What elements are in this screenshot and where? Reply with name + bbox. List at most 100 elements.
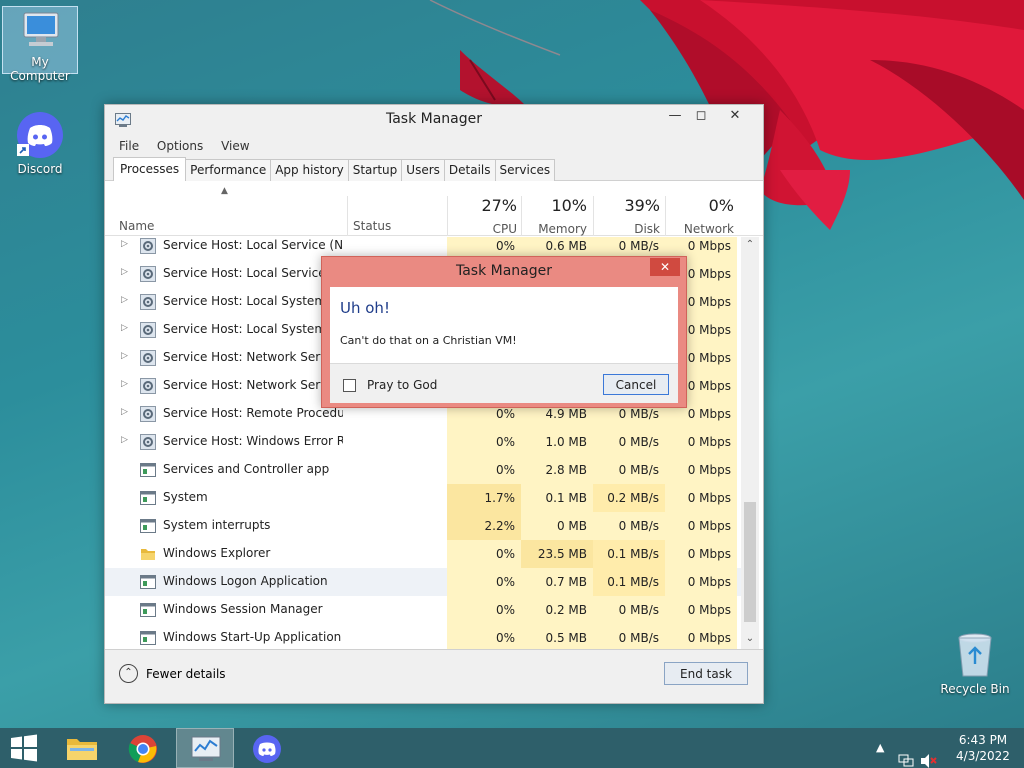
gear-icon xyxy=(140,294,156,310)
window-app-icon xyxy=(140,603,156,617)
expand-chevron-icon[interactable]: ▷ xyxy=(121,267,128,277)
volume-muted-icon[interactable] xyxy=(920,741,938,768)
my-computer-label: My Computer xyxy=(10,55,70,83)
scroll-thumb[interactable] xyxy=(744,502,756,622)
tab-app-history[interactable]: App history xyxy=(270,159,349,181)
table-row[interactable]: ▷ Service Host: Windows Error Re... 0%1.0 … xyxy=(105,428,745,456)
expand-chevron-icon[interactable]: ▷ xyxy=(121,379,128,389)
network-icon[interactable] xyxy=(898,741,914,768)
title-bar[interactable]: Task Manager — ◻ ✕ xyxy=(105,105,763,135)
disk-value: 0.2 MB/s xyxy=(593,484,665,512)
column-disk[interactable]: 39% Disk xyxy=(588,196,660,238)
cancel-button[interactable]: Cancel xyxy=(603,374,669,395)
network-value: 0 Mbps xyxy=(665,596,737,624)
menu-file[interactable]: File xyxy=(119,135,139,157)
cpu-value: 0% xyxy=(447,596,521,624)
scroll-up-icon[interactable]: ⌃ xyxy=(741,239,759,250)
column-memory[interactable]: 10% Memory xyxy=(515,196,587,238)
table-row[interactable]: Windows Session Manager 0% 0.2 MB 0 MB/s 0 M… xyxy=(105,596,745,624)
recycle-bin-desktop-icon[interactable]: Recycle Bin xyxy=(937,630,1013,696)
recycle-bin-label: Recycle Bin xyxy=(940,682,1010,696)
start-button[interactable] xyxy=(0,728,58,768)
column-name[interactable]: Name xyxy=(119,219,154,233)
expand-chevron-icon[interactable]: ▷ xyxy=(121,407,128,417)
pray-checkbox[interactable] xyxy=(343,379,356,392)
taskbar-task-manager[interactable] xyxy=(176,728,234,768)
gear-icon xyxy=(140,238,156,254)
process-name: Windows Session Manager xyxy=(163,602,323,616)
taskbar-file-explorer[interactable] xyxy=(52,728,110,768)
gear-icon xyxy=(140,266,156,282)
disk-value: 0 MB/s xyxy=(593,624,665,649)
network-value: 0 Mbps xyxy=(665,624,737,649)
expand-chevron-icon[interactable]: ▷ xyxy=(121,323,128,333)
window-app-icon xyxy=(140,491,156,505)
process-name: Services and Controller app xyxy=(163,462,330,476)
table-row[interactable]: Windows Explorer 0% 23.5 MB 0.1 MB/s 0 Mbps xyxy=(105,540,745,568)
column-network[interactable]: 0% Network xyxy=(662,196,734,238)
system-clock[interactable]: 6:43 PM 4/3/2022 xyxy=(948,732,1018,764)
recycle-bin-icon xyxy=(958,633,992,677)
memory-value: 2.8 MB xyxy=(521,456,593,484)
close-button[interactable]: ✕ xyxy=(719,105,751,127)
network-percent: 0% xyxy=(708,196,734,215)
process-name: System xyxy=(163,490,208,504)
clock-date: 4/3/2022 xyxy=(956,749,1010,763)
network-value: 0 Mbps xyxy=(665,512,737,540)
menu-options[interactable]: Options xyxy=(157,135,203,157)
my-computer-desktop-icon[interactable]: My Computer xyxy=(2,6,78,83)
tab-users[interactable]: Users xyxy=(401,159,445,181)
cpu-value: 2.2% xyxy=(447,512,521,540)
dialog-close-button[interactable]: ✕ xyxy=(650,258,680,276)
end-task-button[interactable]: End task xyxy=(664,662,748,685)
gear-icon xyxy=(140,322,156,338)
dialog-body: Uh oh! Can't do that on a Christian VM! … xyxy=(330,287,678,403)
taskbar-chrome[interactable] xyxy=(114,728,172,768)
vertical-scrollbar[interactable]: ⌃ ⌄ xyxy=(741,237,759,649)
sort-up-icon: ▲ xyxy=(221,186,228,196)
table-row[interactable]: Services and Controller app 0% 2.8 MB 0 MB/… xyxy=(105,456,745,484)
process-name: Service Host: Network Service xyxy=(163,378,343,392)
table-row[interactable]: System 1.7% 0.1 MB 0.2 MB/s 0 Mbps xyxy=(105,484,745,512)
disk-value: 0 MB/s xyxy=(593,428,665,456)
chrome-icon xyxy=(128,735,157,763)
tab-processes[interactable]: Processes xyxy=(113,157,187,181)
windows-logo-icon xyxy=(11,734,37,762)
clock-time: 6:43 PM xyxy=(958,733,1008,747)
maximize-button[interactable]: ◻ xyxy=(685,105,717,127)
disk-value: 0 MB/s xyxy=(593,456,665,484)
expand-chevron-icon[interactable]: ▷ xyxy=(121,295,128,305)
expand-chevron-icon[interactable]: ▷ xyxy=(121,435,128,445)
disk-value: 0 MB/s xyxy=(593,596,665,624)
network-value: 0 Mbps xyxy=(665,484,737,512)
discord-desktop-icon[interactable]: Discord xyxy=(2,110,78,176)
process-name: Service Host: Network Service xyxy=(163,350,343,364)
table-row[interactable]: System interrupts 2.2% 0 MB 0 MB/s 0 Mbps xyxy=(105,512,745,540)
dialog-message: Can't do that on a Christian VM! xyxy=(340,334,517,347)
memory-value: 0.7 MB xyxy=(521,568,593,596)
cpu-value: 0% xyxy=(447,456,521,484)
tab-startup[interactable]: Startup xyxy=(347,159,403,181)
dialog-heading: Uh oh! xyxy=(340,299,390,317)
taskbar-discord[interactable] xyxy=(238,728,296,768)
process-name: Windows Start-Up Application xyxy=(163,630,342,644)
menu-view[interactable]: View xyxy=(221,135,249,157)
pray-checkbox-label[interactable]: Pray to God xyxy=(367,378,437,392)
tab-details[interactable]: Details xyxy=(443,159,496,181)
tray-show-hidden-icon[interactable]: ▲ xyxy=(876,741,884,768)
scroll-down-icon[interactable]: ⌄ xyxy=(741,633,759,644)
memory-value: 0.2 MB xyxy=(521,596,593,624)
column-cpu[interactable]: 27% CPU xyxy=(445,196,517,238)
expand-chevron-icon[interactable]: ▷ xyxy=(121,239,128,249)
window-app-icon xyxy=(140,519,156,533)
memory-label: Memory xyxy=(538,222,587,236)
tab-services[interactable]: Services xyxy=(494,159,556,181)
column-status[interactable]: Status xyxy=(353,219,391,233)
tab-strip: Processes Performance App history Startu… xyxy=(105,157,763,181)
fewer-details-link[interactable]: ⌃ Fewer details xyxy=(119,664,226,683)
cpu-value: 0% xyxy=(447,568,521,596)
expand-chevron-icon[interactable]: ▷ xyxy=(121,351,128,361)
table-row[interactable]: Windows Start-Up Application 0% 0.5 MB 0 MB… xyxy=(105,624,745,649)
tab-performance[interactable]: Performance xyxy=(185,159,272,181)
table-row[interactable]: Windows Logon Application 0% 0.7 MB 0.1 MB/… xyxy=(105,568,745,596)
